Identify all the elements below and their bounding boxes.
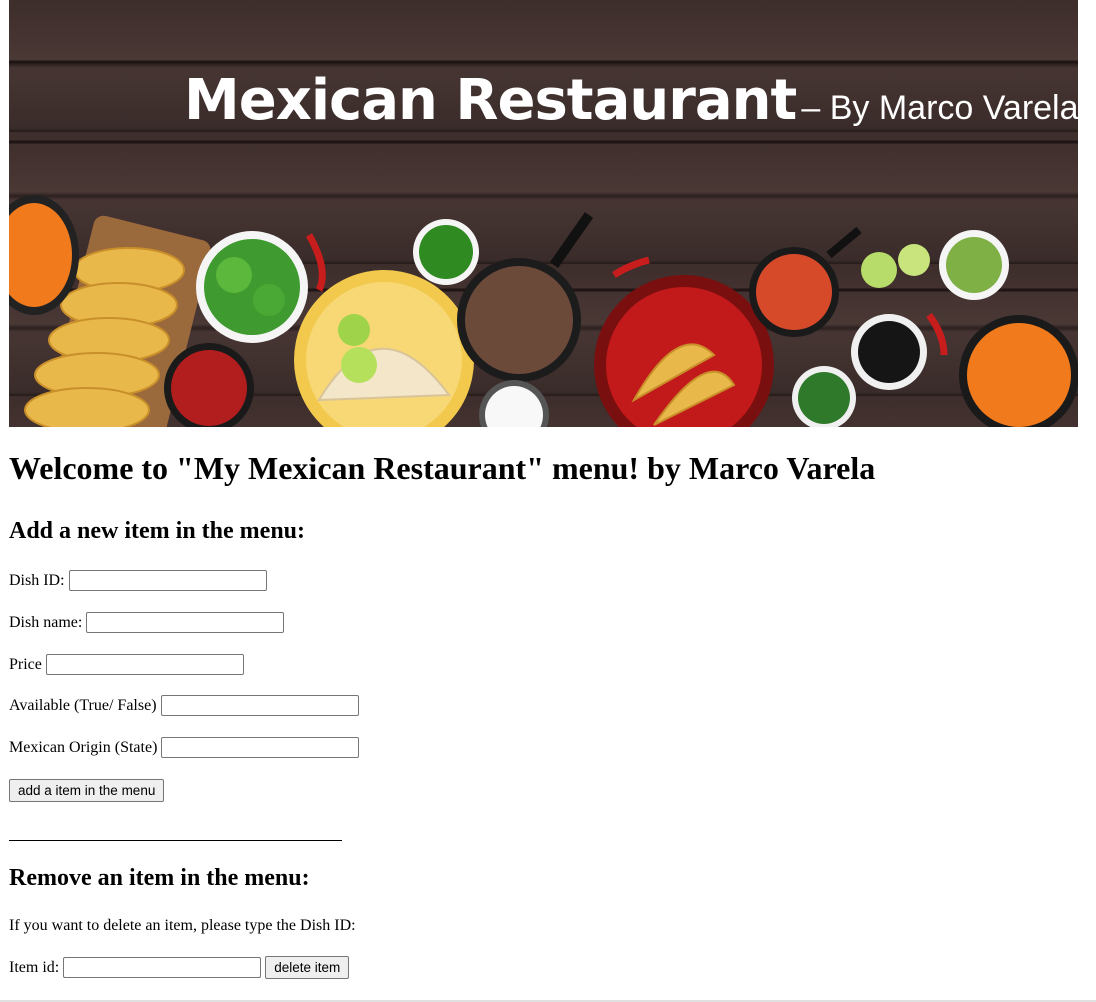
dish-id-label: Dish ID: — [9, 571, 65, 589]
banner-title-main: Mexican Restaurant — [184, 68, 797, 133]
remove-section-heading: Remove an item in the menu: — [9, 865, 310, 891]
section-divider — [9, 840, 342, 841]
food-illustration — [9, 60, 1078, 427]
available-label: Available (True/ False) — [9, 696, 157, 714]
dish-id-input[interactable] — [68, 570, 267, 591]
dish-id-row: Dish ID: — [9, 570, 267, 591]
add-item-button[interactable]: add a item in the menu — [9, 779, 165, 802]
dish-name-label: Dish name: — [9, 613, 83, 631]
remove-instructions: If you want to delete an item, please ty… — [9, 917, 356, 934]
dish-name-row: Dish name: — [9, 612, 285, 633]
price-input[interactable] — [45, 654, 244, 675]
banner-title: Mexican Restaurant – By Marco Varela — [184, 68, 1078, 133]
item-id-label: Item id: — [9, 958, 60, 976]
page-title: Welcome to "My Mexican Restaurant" menu!… — [9, 450, 876, 486]
origin-label: Mexican Origin (State) — [9, 738, 158, 756]
add-button-row: add a item in the menu — [9, 779, 165, 802]
origin-row: Mexican Origin (State) — [9, 737, 360, 758]
price-label: Price — [9, 655, 42, 673]
add-section-heading: Add a new item in the menu: — [9, 518, 306, 544]
price-row: Price — [9, 654, 244, 675]
available-input[interactable] — [160, 695, 359, 716]
item-id-row: Item id: delete item — [9, 956, 350, 979]
header-banner-image: Mexican Restaurant – By Marco Varela — [9, 0, 1078, 427]
item-id-input[interactable] — [63, 957, 262, 978]
delete-item-button[interactable]: delete item — [265, 956, 350, 979]
dish-name-input[interactable] — [86, 612, 285, 633]
available-row: Available (True/ False) — [9, 695, 359, 716]
banner-title-subtitle: – By Marco Varela — [801, 89, 1078, 127]
origin-input[interactable] — [161, 737, 360, 758]
